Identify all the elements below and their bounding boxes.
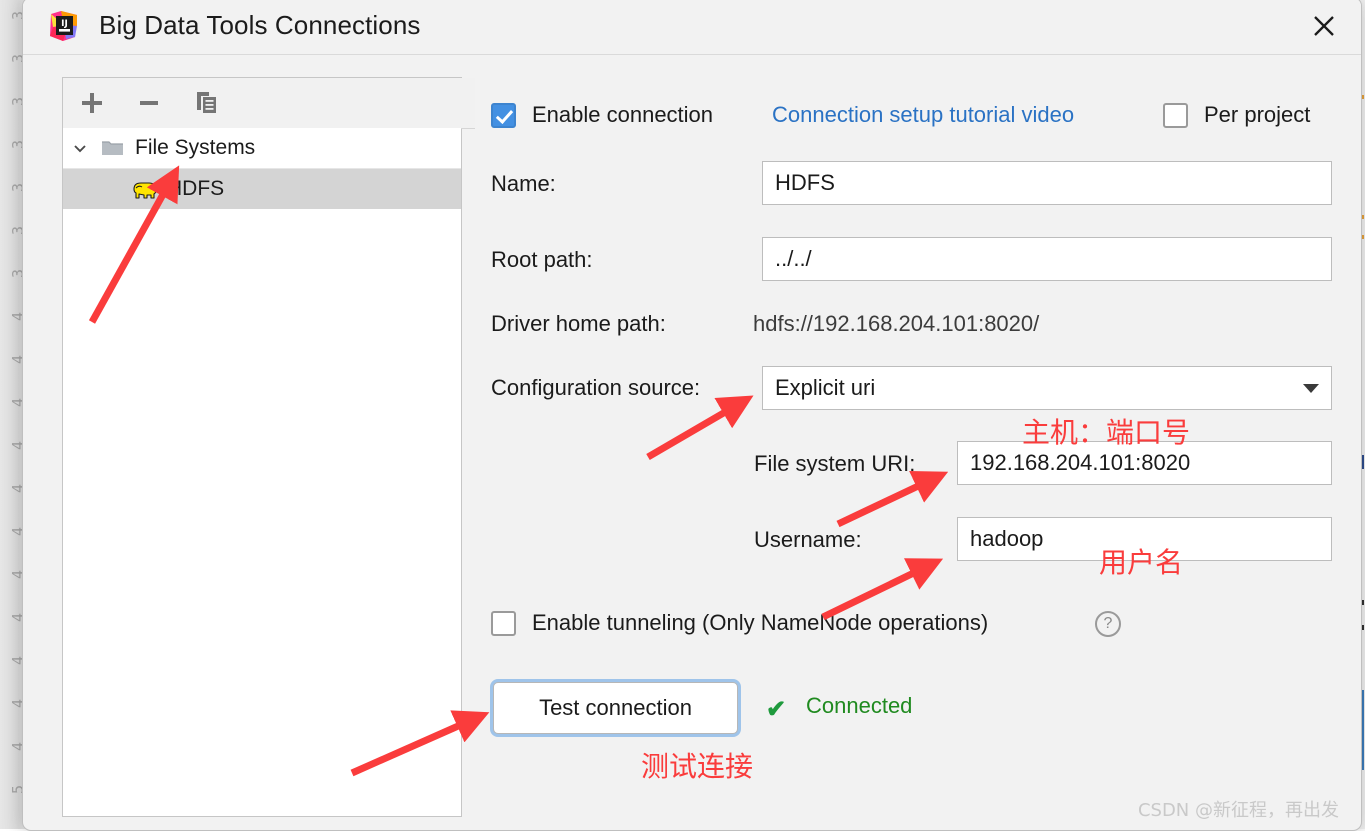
copy-icon [192, 89, 220, 117]
name-input[interactable]: HDFS [762, 161, 1332, 205]
help-icon-glyph: ? [1104, 615, 1113, 633]
enable-tunneling-label[interactable]: Enable tunneling (Only NameNode operatio… [532, 610, 988, 636]
configuration-source-dropdown[interactable]: Explicit uri [762, 366, 1332, 410]
configuration-source-label: Configuration source: [491, 375, 700, 401]
tree-item-file-systems[interactable]: File Systems [63, 128, 461, 169]
dialog-title: Big Data Tools Connections [99, 10, 421, 41]
test-connection-label: Test connection [539, 695, 692, 721]
connection-settings-form: Enable connection Connection setup tutor… [469, 77, 1351, 830]
name-label: Name: [491, 171, 556, 197]
connection-status-text: Connected [806, 693, 912, 719]
tree-item-hdfs[interactable]: HDFS [63, 169, 461, 209]
remove-connection-button[interactable] [134, 88, 164, 118]
connections-tree-panel: File Systems HDFS [62, 77, 462, 817]
check-mark-glyph: ✔ [766, 696, 786, 723]
hadoop-elephant-icon [129, 177, 161, 201]
enable-tunneling-checkbox[interactable] [491, 611, 516, 636]
file-system-uri-label: File system URI: [754, 451, 915, 477]
tree-item-label: File Systems [135, 136, 255, 160]
intellij-idea-icon: IJ [47, 9, 81, 43]
folder-icon [97, 138, 129, 158]
root-path-input[interactable]: ../../ [762, 237, 1332, 281]
driver-home-path-value: hdfs://192.168.204.101:8020/ [753, 311, 1039, 337]
driver-home-path-label: Driver home path: [491, 311, 666, 337]
svg-text:IJ: IJ [61, 19, 68, 29]
plus-icon [79, 90, 105, 116]
add-connection-button[interactable] [77, 88, 107, 118]
per-project-checkbox[interactable] [1163, 103, 1188, 128]
username-input[interactable]: hadoop [957, 517, 1332, 561]
test-connection-button[interactable]: Test connection [493, 682, 738, 734]
tree-toolbar [63, 78, 475, 129]
chevron-down-icon[interactable] [1291, 381, 1331, 395]
question-mark-icon[interactable]: ? [1095, 611, 1121, 637]
enable-connection-checkbox[interactable] [491, 103, 516, 128]
tutorial-video-link[interactable]: Connection setup tutorial video [772, 102, 1074, 128]
configuration-source-value: Explicit uri [763, 375, 1291, 401]
minus-icon [136, 90, 162, 116]
username-label: Username: [754, 527, 862, 553]
per-project-label[interactable]: Per project [1204, 102, 1310, 128]
file-system-uri-input[interactable]: 192.168.204.101:8020 [957, 441, 1332, 485]
check-mark-icon: ✔ [766, 695, 786, 724]
root-path-label: Root path: [491, 247, 593, 273]
enable-connection-label[interactable]: Enable connection [532, 102, 713, 128]
close-icon[interactable] [1295, 0, 1353, 53]
big-data-tools-connections-dialog: IJ Big Data Tools Connections [22, 0, 1362, 831]
tree-item-label: HDFS [167, 177, 224, 201]
duplicate-connection-button[interactable] [191, 88, 221, 118]
chevron-down-icon[interactable] [63, 140, 97, 156]
watermark: CSDN @新征程，再出发 [1138, 796, 1339, 822]
dialog-title-bar: IJ Big Data Tools Connections [23, 0, 1361, 55]
